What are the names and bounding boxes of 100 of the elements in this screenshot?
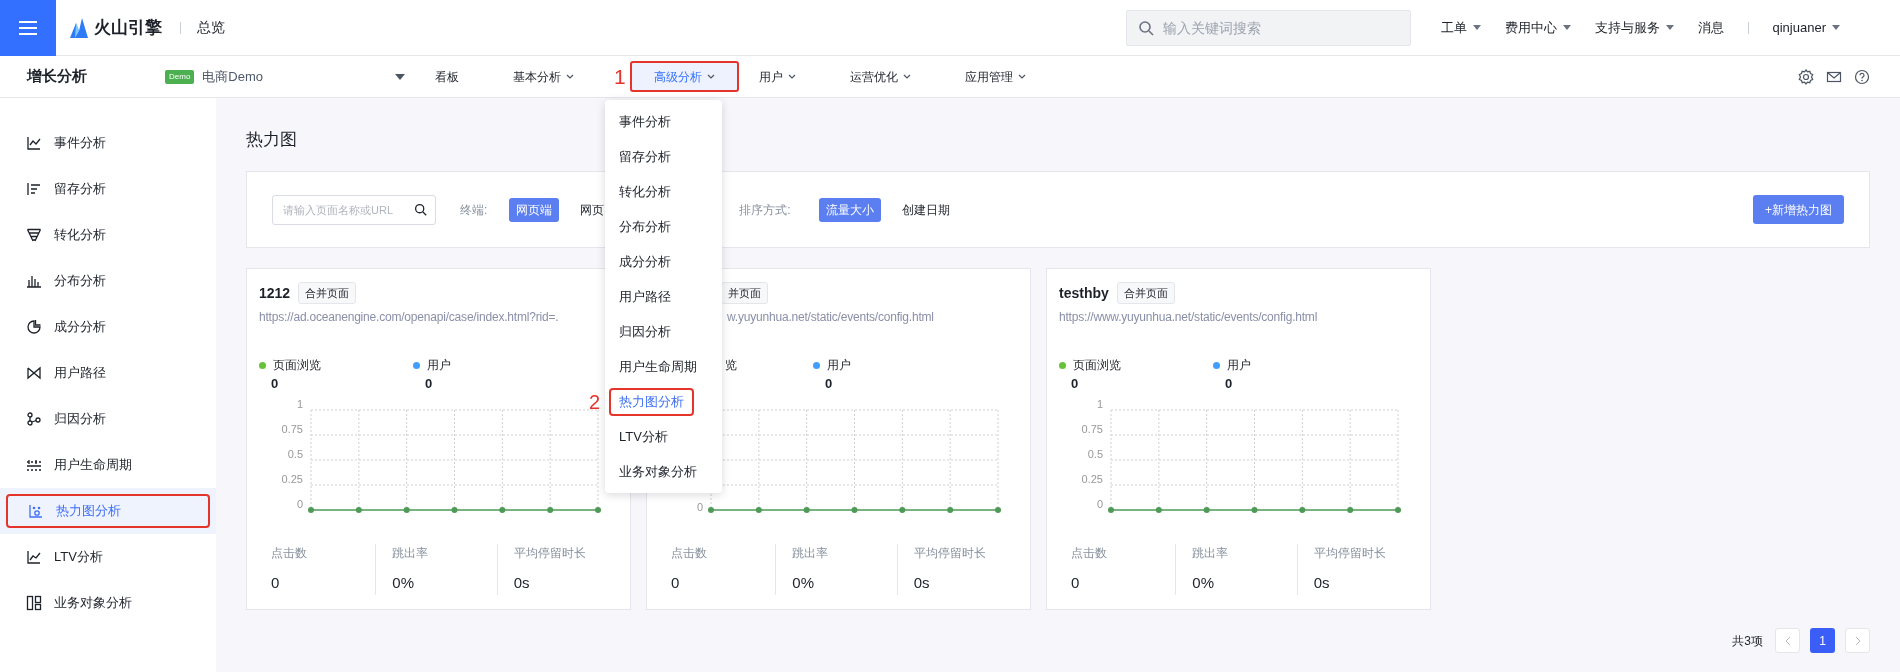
stat-label: 跳出率	[1192, 545, 1230, 562]
data-point	[1155, 507, 1162, 513]
dropdown-item[interactable]: 归因分析	[605, 317, 685, 346]
dropdown-item[interactable]: 成分分析	[605, 247, 685, 276]
data-point	[995, 507, 1001, 513]
dropdown-item[interactable]: 热力图分析	[609, 387, 694, 416]
pie-chart-icon	[26, 319, 42, 335]
dropdown-item[interactable]: LTV分析	[605, 422, 682, 451]
chevron-right-icon	[1854, 635, 1861, 646]
sidebar-item[interactable]: 成分分析	[6, 310, 210, 344]
data-point	[499, 507, 506, 513]
chevron-down-icon	[706, 74, 715, 79]
chevron-down-icon	[566, 74, 574, 79]
data-point	[451, 507, 458, 513]
stat-label: 跳出率	[392, 545, 430, 562]
sidebar-item[interactable]: LTV分析	[6, 540, 210, 574]
sidebar-item[interactable]: 用户路径	[6, 356, 210, 390]
app-selector[interactable]: Demo 电商Demo	[165, 66, 405, 87]
dropdown-item[interactable]: 事件分析	[605, 107, 685, 136]
stat-value: 0%	[1192, 573, 1215, 593]
filter-option[interactable]: 网页端	[509, 197, 560, 222]
sidebar-item[interactable]: 用户生命周期	[6, 448, 210, 482]
axis-tick-label: 0	[1096, 498, 1103, 510]
stat-value: 0s	[913, 573, 931, 593]
data-point	[403, 507, 410, 513]
stat-value: 0	[271, 573, 281, 593]
dropdown-item[interactable]: 留存分析	[605, 142, 685, 171]
legend-value: 0	[424, 375, 434, 393]
nav-tab[interactable]: 应用管理	[950, 61, 1040, 92]
top-menu-link[interactable]: 费用中心	[1504, 17, 1571, 38]
axis-tick-label: 0.25	[281, 473, 303, 485]
caret-icon	[1665, 25, 1674, 30]
sidebar-item[interactable]: 分布分析	[6, 264, 210, 298]
stat-label: 平均停留时长	[913, 545, 987, 562]
sidebar-item[interactable]: 转化分析	[6, 218, 210, 252]
top-menu-link[interactable]: 工单	[1440, 17, 1481, 38]
legend-label: 页面浏览	[1073, 357, 1121, 374]
page-url: https://ad.oceanengine.com/openapi/case/index.html?rid=.	[259, 309, 560, 326]
dropdown-item[interactable]: 用户生命周期	[605, 352, 711, 381]
add-heatmap-button[interactable]: +新增热力图	[1753, 195, 1844, 224]
data-point	[1395, 507, 1401, 513]
chevron-left-icon	[1784, 635, 1791, 646]
caret-icon	[1562, 25, 1571, 30]
nav-tab[interactable]: 用户	[744, 61, 810, 92]
search-field[interactable]: 输入关键词搜索	[1125, 9, 1411, 46]
dropdown-item[interactable]: 业务对象分析	[605, 457, 711, 486]
sidebar-item[interactable]: 事件分析	[6, 126, 210, 160]
caret-icon	[1832, 25, 1840, 30]
data-point	[755, 507, 762, 513]
section-title: 总览	[197, 18, 225, 37]
page-search-field[interactable]: 请输入页面名称或URL	[272, 194, 436, 225]
data-point	[1251, 507, 1258, 513]
caret-icon	[395, 73, 405, 80]
data-point	[595, 507, 601, 513]
axis-tick-label: 0.5	[1087, 448, 1103, 460]
merged-tag: 合并页面	[298, 281, 357, 305]
search-icon	[414, 202, 427, 216]
legend-label: 用户	[827, 357, 851, 374]
step-number: 2	[589, 389, 601, 415]
stat-value: 0s	[1313, 573, 1331, 593]
axis-tick-label: 0	[696, 501, 703, 513]
stat-label: 跳出率	[792, 545, 830, 562]
legend-value: 0	[1224, 375, 1234, 393]
stat-value: 0%	[792, 573, 815, 593]
stat-label: 平均停留时长	[1313, 545, 1387, 562]
chevron-down-icon	[1017, 74, 1026, 79]
data-point	[1299, 507, 1306, 513]
sidebar-item[interactable]: 业务对象分析	[6, 586, 210, 620]
stat-label: 点击数	[671, 545, 708, 562]
filter-option[interactable]: 创建日期	[894, 197, 957, 222]
nav-tab[interactable]: 高级分析	[629, 61, 739, 92]
demo-tag: Demo	[165, 69, 195, 84]
dotted-lines-icon	[26, 457, 42, 473]
user-menu[interactable]: qinjuaner	[1772, 17, 1840, 38]
top-menu-link[interactable]: 消息	[1697, 17, 1724, 38]
help-icon[interactable]	[1854, 68, 1870, 85]
nav-tab[interactable]: 基本分析	[499, 61, 588, 92]
logo-text: 火山引擎	[94, 16, 162, 39]
nav-tab[interactable]: 运营优化	[835, 61, 925, 92]
data-point	[1347, 507, 1354, 513]
dropdown-item[interactable]: 用户路径	[605, 282, 685, 311]
card-title: testhby	[1059, 283, 1109, 303]
legend-value: 0	[824, 375, 834, 393]
top-menu-link[interactable]: 支持与服务	[1594, 17, 1674, 38]
page-button[interactable]: 1	[1810, 628, 1835, 653]
axis-tick-label: 0	[296, 498, 303, 510]
sidebar-item[interactable]: 归因分析	[6, 402, 210, 436]
sidebar-item[interactable]: 热力图分析	[6, 494, 210, 528]
sidebar-item[interactable]: 留存分析	[6, 172, 210, 206]
page-url: https://www.yuyunhua.net/static/events/config.html	[1059, 309, 1319, 326]
menu-button[interactable]	[0, 0, 56, 56]
nodes-icon	[26, 411, 42, 427]
stat-value: 0	[1071, 573, 1081, 593]
caret-icon	[1472, 25, 1481, 30]
menu-icon	[19, 20, 37, 35]
settings-icon[interactable]	[1798, 68, 1814, 85]
data-point	[803, 507, 810, 513]
data-point	[851, 507, 858, 513]
filter-option[interactable]: 流量大小	[818, 197, 881, 222]
nav-tab[interactable]: 看板	[421, 61, 473, 92]
